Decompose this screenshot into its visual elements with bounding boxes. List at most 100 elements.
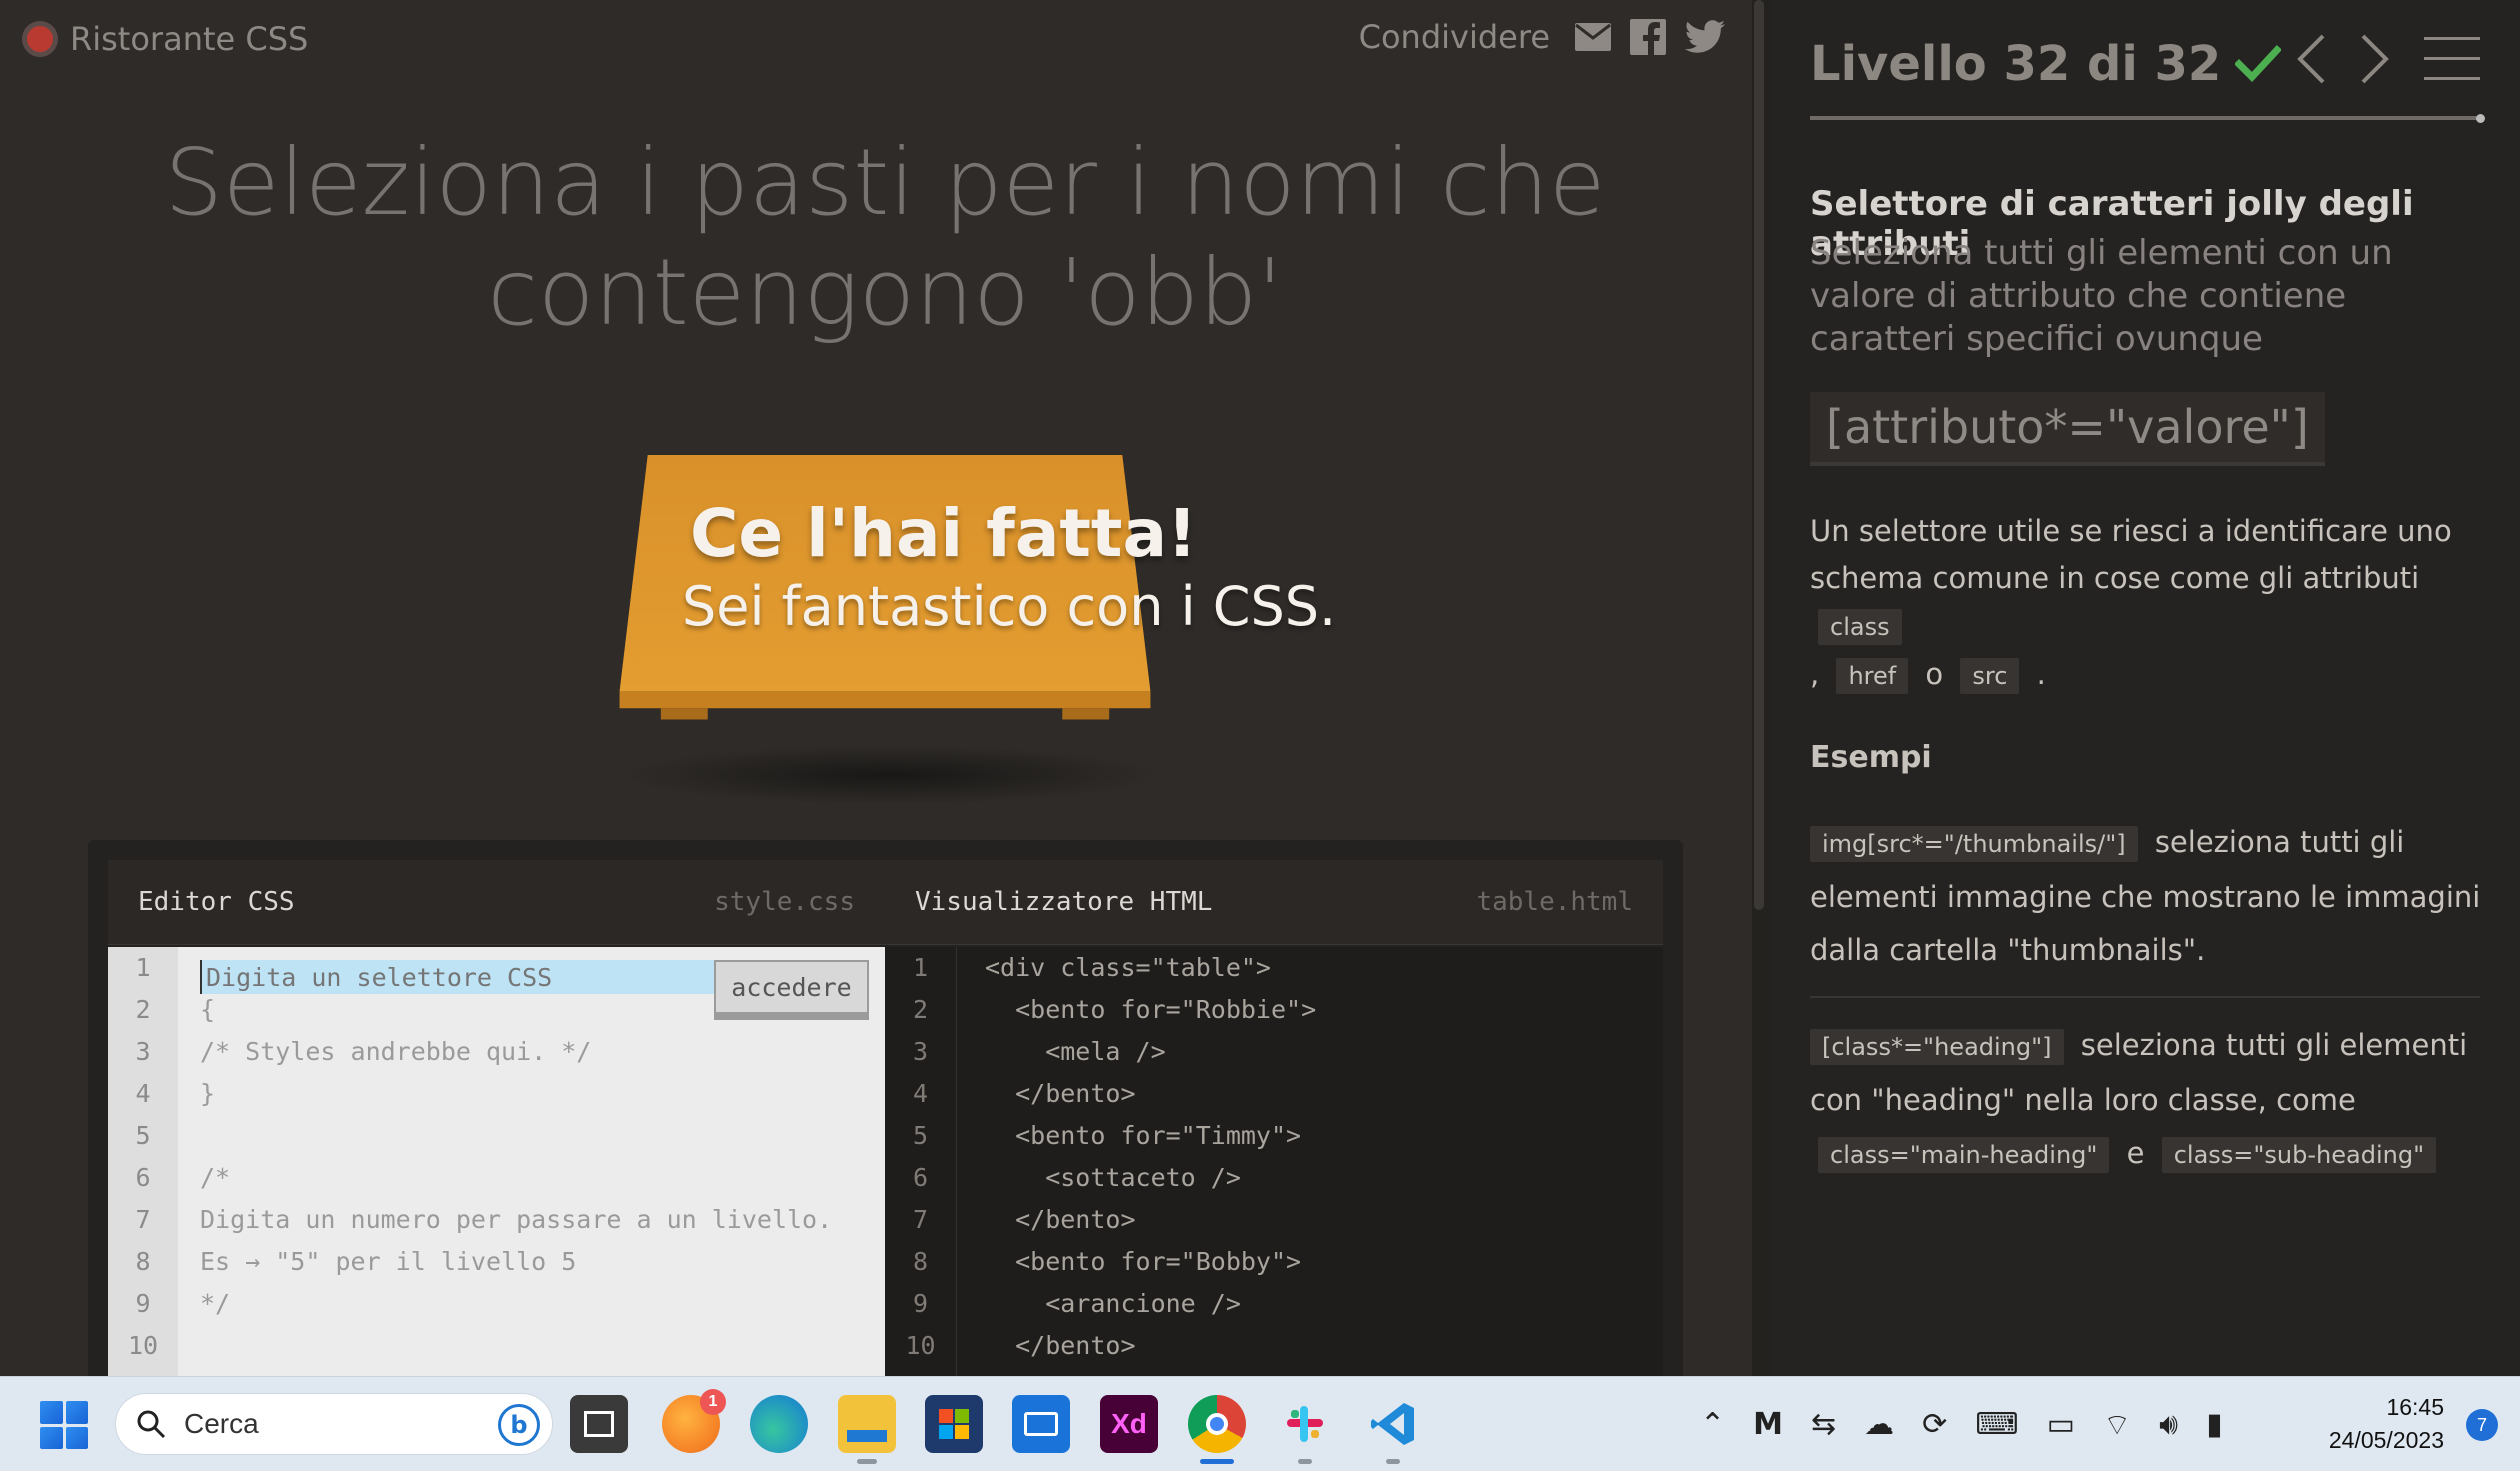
slack-icon[interactable]: [1276, 1395, 1334, 1453]
bing-icon[interactable]: b: [498, 1404, 540, 1446]
css-editor-header: Editor CSS style.css: [108, 860, 885, 945]
volume-icon[interactable]: 🔊︎: [2159, 1407, 2178, 1442]
clock-date: 24/05/2023: [2328, 1427, 2444, 1453]
line-number: 3: [912, 1037, 929, 1066]
logo[interactable]: Ristorante CSS: [22, 20, 308, 58]
adobe-xd-icon[interactable]: Xd: [1100, 1395, 1158, 1453]
html-code-line: <div class="table">: [985, 953, 1271, 982]
email-icon[interactable]: [1574, 22, 1612, 52]
css-editor-title: Editor CSS: [138, 887, 295, 917]
example-1-code: img[src*="/thumbnails/"]: [1810, 826, 2138, 862]
vscode-indicator: [1386, 1459, 1400, 1464]
battery-icon[interactable]: ▮: [2206, 1407, 2223, 1442]
line-number: 6: [912, 1163, 929, 1192]
line-number: 10: [905, 1331, 936, 1360]
display-icon[interactable]: ▭: [2047, 1407, 2075, 1442]
level-progress-marker: [2476, 114, 2485, 123]
search-placeholder: Cerca: [184, 1408, 259, 1439]
taskbar-search[interactable]: Cerca b: [115, 1393, 553, 1455]
editor: Editor CSS style.css Visualizzatore HTML…: [108, 860, 1663, 1376]
file-explorer-indicator: [857, 1459, 877, 1464]
app-tray-icon[interactable]: M: [1753, 1407, 1783, 1442]
firefox-icon[interactable]: 1: [662, 1389, 726, 1453]
windows-start-icon[interactable]: [40, 1401, 88, 1449]
line-number: 4: [135, 1079, 151, 1108]
facebook-icon[interactable]: [1630, 19, 1666, 55]
menu-icon[interactable]: [2424, 35, 2480, 83]
example-2: [class*="heading"] seleziona tutti gli e…: [1810, 1019, 2490, 1182]
css-selector-input[interactable]: [200, 960, 720, 994]
level-progress-bar: [1810, 116, 2480, 120]
line-number: 10: [127, 1331, 159, 1360]
line-number: 7: [912, 1205, 929, 1234]
twitter-icon[interactable]: [1684, 20, 1726, 54]
line-number: 5: [912, 1121, 929, 1150]
html-code-line: <bento for="Robbie">: [985, 995, 1317, 1024]
css-code-line: [200, 1115, 880, 1157]
example-2-code-main: class="main-heading": [1818, 1137, 2110, 1173]
html-code-line: <bento for="Bobby">: [985, 1247, 1302, 1276]
hint-code-href: href: [1836, 658, 1909, 694]
win-title: Ce l'hai fatta!: [690, 495, 1198, 572]
level-indicator[interactable]: Livello 32 di 32: [1810, 36, 2221, 92]
next-level-icon[interactable]: [2360, 34, 2390, 84]
example-2-separator: e: [2126, 1136, 2145, 1170]
examples-title: Esempi: [1810, 740, 1932, 775]
settings-tray-icon[interactable]: ⇆: [1811, 1407, 1836, 1442]
taskbar: Cerca b 1 Xd ⌃ M ⇆ ☁ ⟳ ⌨ ▭ ⌔ 🔊︎ ▮ 16:45 …: [0, 1376, 2520, 1471]
clock[interactable]: 16:45 24/05/2023: [2329, 1391, 2444, 1457]
css-code-line: */: [200, 1289, 231, 1318]
css-code-line: Digita un numero per passare a un livell…: [200, 1205, 833, 1234]
vscode-icon[interactable]: [1364, 1395, 1422, 1453]
notification-badge[interactable]: 7: [2466, 1409, 2498, 1441]
css-code-line: }: [200, 1079, 216, 1108]
task-view-icon[interactable]: [570, 1395, 628, 1453]
scrollbar-thumb[interactable]: [1754, 0, 1764, 910]
line-number: 4: [912, 1079, 929, 1108]
css-code-line: /*: [200, 1163, 231, 1192]
hint-end: .: [2036, 657, 2046, 691]
checkmark-icon: [2235, 45, 2282, 83]
line-number: 1: [135, 953, 151, 982]
previous-level-icon[interactable]: [2296, 34, 2326, 84]
css-code-line: [200, 1325, 880, 1367]
html-line-numbers: 1 2 3 4 5 6 7 8 9 10: [885, 947, 957, 1376]
html-code: <div class="table"> <bento for="Robbie">…: [985, 947, 1316, 1367]
hint-separator: o: [1925, 657, 1944, 691]
table-shadow: [620, 745, 1160, 805]
html-code-line: <mela />: [985, 1037, 1166, 1066]
edge-icon[interactable]: [750, 1395, 808, 1453]
html-viewer-title: Visualizzatore HTML: [915, 887, 1213, 917]
html-file-name: table.html: [1476, 887, 1633, 917]
cloud-warning-icon[interactable]: ☁: [1864, 1407, 1894, 1442]
level-header[interactable]: Livello 32 di 32: [1810, 36, 2282, 92]
wifi-icon[interactable]: ⌔: [2103, 1406, 2131, 1444]
line-number: 5: [135, 1121, 151, 1150]
line-number: 9: [135, 1289, 151, 1318]
chrome-icon[interactable]: [1188, 1395, 1246, 1453]
hint-text: Un selettore utile se riesci a identific…: [1810, 514, 2452, 595]
html-viewer-header: Visualizzatore HTML table.html: [885, 860, 1663, 945]
keyboard-icon[interactable]: ⌨: [1975, 1407, 2018, 1442]
line-number: 2: [912, 995, 929, 1024]
sync-icon[interactable]: ⟳: [1922, 1407, 1947, 1442]
game-pane: Ristorante CSS Condividere Seleziona i p…: [0, 0, 1752, 1376]
html-code-line: <arancione />: [985, 1289, 1241, 1318]
enter-button[interactable]: accedere: [714, 960, 869, 1020]
html-viewer-pane: 1 2 3 4 5 6 7 8 9 10 <div class="table"> <bento f…: [885, 947, 1663, 1376]
line-number: 1: [912, 953, 929, 982]
sidebar: Livello 32 di 32 Selettore di caratteri …: [1770, 0, 2520, 1376]
hint-separator: ,: [1810, 657, 1820, 691]
line-number: 3: [135, 1037, 151, 1066]
slack-indicator: [1298, 1459, 1312, 1464]
html-code-line: </bento>: [985, 1331, 1136, 1360]
store-icon[interactable]: [925, 1395, 983, 1453]
line-number: 7: [135, 1205, 151, 1234]
file-explorer-icon[interactable]: [838, 1395, 896, 1453]
logo-text: Ristorante CSS: [70, 20, 309, 58]
share-label: Condividere: [1358, 18, 1550, 56]
html-code-line: </bento>: [985, 1205, 1136, 1234]
chevron-up-icon[interactable]: ⌃: [1700, 1407, 1725, 1442]
line-number: 6: [135, 1163, 151, 1192]
mail-icon[interactable]: [1012, 1395, 1070, 1453]
